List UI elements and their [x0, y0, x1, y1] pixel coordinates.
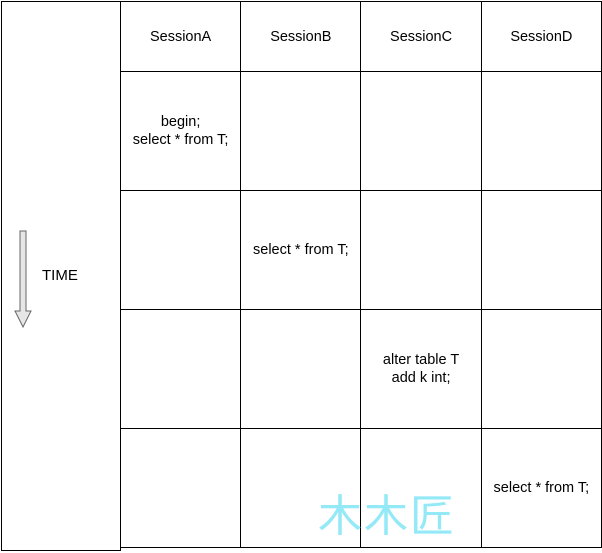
- header-session-c: SessionC: [360, 1, 482, 72]
- time-label: TIME: [42, 267, 78, 284]
- time-step-row: select * from T;: [119, 190, 602, 310]
- cell: [480, 190, 602, 310]
- cell: [480, 71, 602, 191]
- time-step-row: select * from T;: [119, 428, 602, 548]
- down-arrow-icon: [14, 230, 32, 329]
- cell: [119, 190, 242, 310]
- cell: [119, 428, 242, 548]
- cell: begin; select * from T;: [119, 71, 242, 191]
- cell: [360, 71, 482, 191]
- cell: [240, 71, 362, 191]
- cell: [480, 309, 602, 429]
- cell: select * from T;: [240, 190, 362, 310]
- time-step-row: begin; select * from T;: [119, 71, 602, 191]
- cell: select * from T;: [480, 428, 602, 548]
- cell: [119, 309, 242, 429]
- session-timeline-diagram: TIME SessionA SessionB SessionC SessionD…: [0, 0, 602, 553]
- cell: [240, 309, 362, 429]
- header-session-d: SessionD: [480, 1, 602, 72]
- cell: [360, 428, 482, 548]
- header-row: SessionA SessionB SessionC SessionD: [119, 1, 602, 72]
- session-grid: SessionA SessionB SessionC SessionD begi…: [119, 1, 602, 548]
- cell: [240, 428, 362, 548]
- header-session-b: SessionB: [240, 1, 362, 72]
- header-session-a: SessionA: [119, 1, 242, 72]
- time-step-row: alter table T add k int;: [119, 309, 602, 429]
- cell: alter table T add k int;: [360, 309, 482, 429]
- cell: [360, 190, 482, 310]
